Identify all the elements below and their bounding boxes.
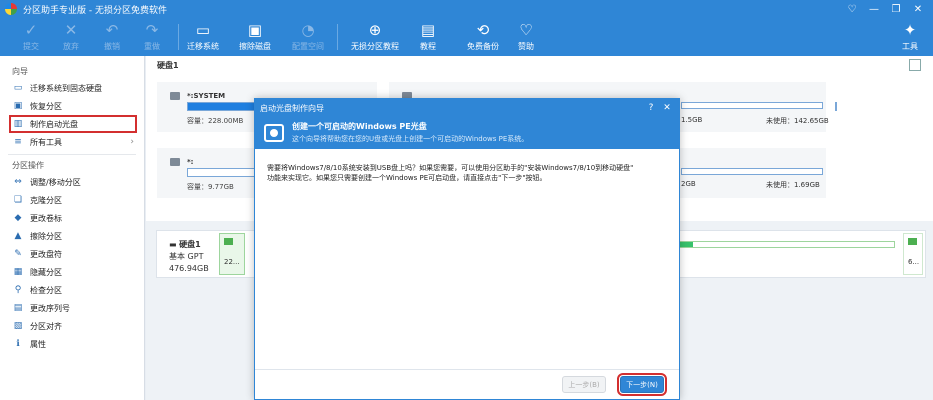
pie-icon: ◔ [301,20,315,39]
divider [8,154,136,155]
sidebar-item-change-serial[interactable]: ▤ 更改序列号 [0,299,144,317]
list-icon: ≡ [14,136,22,147]
discard-button[interactable]: ✕ 放弃 [48,20,94,54]
chevron-right-icon: › [130,137,134,147]
sidebar-item-properties[interactable]: ℹ 属性 [0,335,144,353]
toolbar-separator [178,24,179,50]
disk-icon: ▬ [169,240,180,249]
tutorial-partition-button[interactable]: ⊕ 无损分区教程 [347,20,403,54]
tools-icon: ✦ [903,20,917,39]
dialog-header: 创建一个可启动的Windows PE光盘 这个向导将帮助您在您的U盘或光盘上创建… [255,117,679,149]
partition-segment[interactable]: 22... [219,233,245,275]
book-icon: ▤ [420,20,436,39]
align-icon: ▧ [13,320,23,331]
close-button[interactable]: ✕ [907,0,929,18]
migrate-icon: ▭ [195,20,211,39]
bootable-disc-icon: ▥ [13,118,23,129]
bootable-disc-wizard-dialog: 启动光盘制作向导 ? ✕ 创建一个可启动的Windows PE光盘 这个向导将帮… [254,98,680,400]
sidebar-item-hide-partition[interactable]: ▦ 隐藏分区 [0,263,144,281]
sidebar-item-clone-partition[interactable]: ❏ 克隆分区 [0,191,144,209]
sidebar-item-wipe-partition[interactable]: ▲ 擦除分区 [0,227,144,245]
free-backup-button[interactable]: ⟲ 免费备份 [460,20,506,54]
hide-icon: ▦ [13,266,23,277]
window-controls: ♡ — ❐ ✕ [841,0,929,18]
usage-bar [681,168,823,175]
ops-section-title: 分区操作 [12,161,44,170]
undo-icon: ↶ [105,20,119,39]
app-logo-icon [5,3,17,15]
clone-icon: ❏ [13,194,23,205]
sidebar-item-resize-move[interactable]: ⇔ 调整/移动分区 [0,173,144,191]
bootable-disc-icon [264,124,284,142]
minimize-button[interactable]: — [863,0,885,18]
previous-button[interactable]: 上一步(B) [562,376,606,393]
migrate-os-button[interactable]: ▭ 迁移系统 [180,20,226,54]
drive-icon [170,158,180,166]
recover-icon: ▣ [13,100,23,111]
title-bar: 分区助手专业版 - 无损分区免费软件 ♡ — ❐ ✕ [0,0,933,18]
sponsor-button[interactable]: ♡ 赞助 [503,20,549,54]
commit-icon: ✓ [24,20,38,39]
view-toggle-icon[interactable] [909,59,921,71]
sidebar-item-check-partition[interactable]: ⚲ 检查分区 [0,281,144,299]
info-icon: ℹ [16,338,20,349]
help-icon[interactable]: ? [643,103,659,113]
sidebar-item-all-tools[interactable]: ≡ 所有工具 › [0,133,144,151]
check-icon: ⚲ [14,284,22,295]
favorite-icon[interactable]: ♡ [841,0,863,18]
dialog-body: 需要将Windows7/8/10系统安装到USB盘上吗？如果您需要，可以使用分区… [267,164,634,182]
wipe-disk-button[interactable]: ▣ 擦除磁盘 [232,20,278,54]
drive-icon [170,92,180,100]
dialog-title: 启动光盘制作向导 [260,103,324,113]
tag-icon: ◆ [14,212,22,223]
sidebar-item-change-label[interactable]: ◆ 更改卷标 [0,209,144,227]
disk-title: 硬盘1 [157,61,179,70]
tools-button[interactable]: ✦ 工具 [890,20,930,54]
allocate-space-button[interactable]: ◔ 配置空间 [285,20,331,54]
wipe-disk-icon: ▣ [247,20,263,39]
sidebar-item-migrate-ssd[interactable]: ▭ 迁移系统到固态硬盘 [0,79,144,97]
disk-info: ▬ 硬盘1 基本 GPT 476.94GB [169,240,209,273]
ssd-icon: ▭ [13,82,23,93]
maximize-button[interactable]: ❐ [885,0,907,18]
sidebar-item-make-bootable-disc[interactable]: ▥ 制作启动光盘 [9,115,137,133]
heart-icon: ♡ [519,20,533,39]
main-toolbar: ✓ 提交 ✕ 放弃 ↶ 撤销 ↷ 重做 ▭ 迁移系统 ▣ 擦除磁盘 ◔ 配置空间… [0,18,933,56]
dialog-footer: 上一步(B) 下一步(N) [255,369,679,399]
dialog-close-button[interactable]: ✕ [659,103,675,113]
usage-bar [681,102,823,109]
partition-usage-bar [675,241,895,248]
toolbar-separator [337,24,338,50]
sidebar-item-recover-partition[interactable]: ▣ 恢复分区 [0,97,144,115]
sidebar: 向导 ▭ 迁移系统到固态硬盘 ▣ 恢复分区 ▥ 制作启动光盘 ≡ 所有工具 › … [0,56,145,400]
serial-icon: ▤ [13,302,23,313]
wizard-section-title: 向导 [12,67,28,76]
eraser-icon: ▲ [14,230,22,241]
pencil-icon: ✎ [14,248,22,259]
next-button[interactable]: 下一步(N) [617,373,667,396]
sidebar-item-align-partition[interactable]: ▧ 分区对齐 [0,317,144,335]
dialog-title-bar: 启动光盘制作向导 ? ✕ [255,99,679,117]
backup-icon: ⟲ [476,20,490,39]
redo-button[interactable]: ↷ 重做 [129,20,175,54]
plus-shield-icon: ⊕ [368,20,382,39]
discard-icon: ✕ [64,20,78,39]
resize-icon: ⇔ [14,176,22,187]
redo-icon: ↷ [145,20,159,39]
dialog-heading: 创建一个可启动的Windows PE光盘 [292,122,427,131]
sidebar-item-change-letter[interactable]: ✎ 更改盘符 [0,245,144,263]
partition-segment[interactable]: 6... [903,233,923,275]
tutorial-button[interactable]: ▤ 教程 [405,20,451,54]
dialog-subheading: 这个向导将帮助您在您的U盘或光盘上创建一个可启动的Windows PE系统。 [292,135,529,143]
window-title: 分区助手专业版 - 无损分区免费软件 [23,5,167,16]
